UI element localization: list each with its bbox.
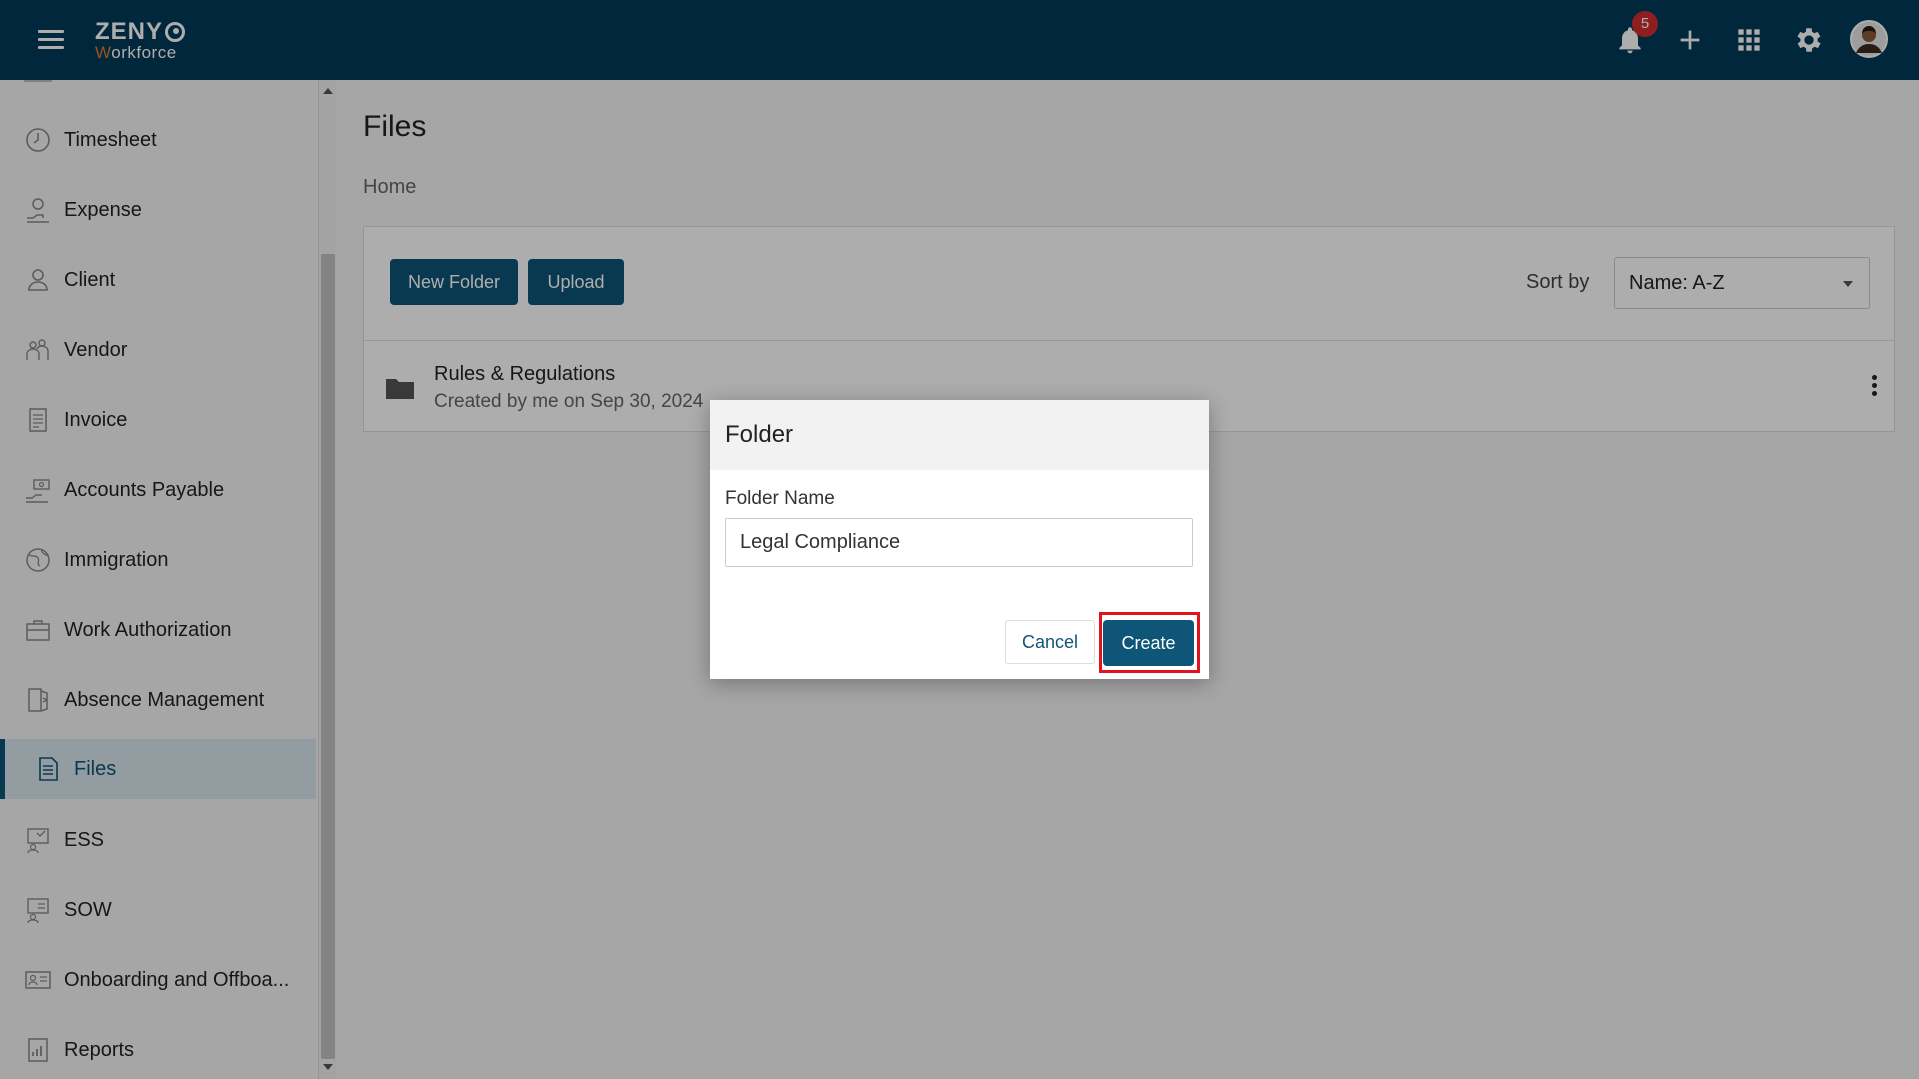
dialog-header: Folder	[710, 400, 1209, 470]
folder-name-label: Folder Name	[725, 488, 835, 509]
dialog-title: Folder	[725, 421, 794, 448]
folder-name-input[interactable]	[725, 518, 1193, 567]
cancel-button[interactable]: Cancel	[1005, 620, 1095, 664]
create-button-highlight	[1099, 612, 1200, 673]
